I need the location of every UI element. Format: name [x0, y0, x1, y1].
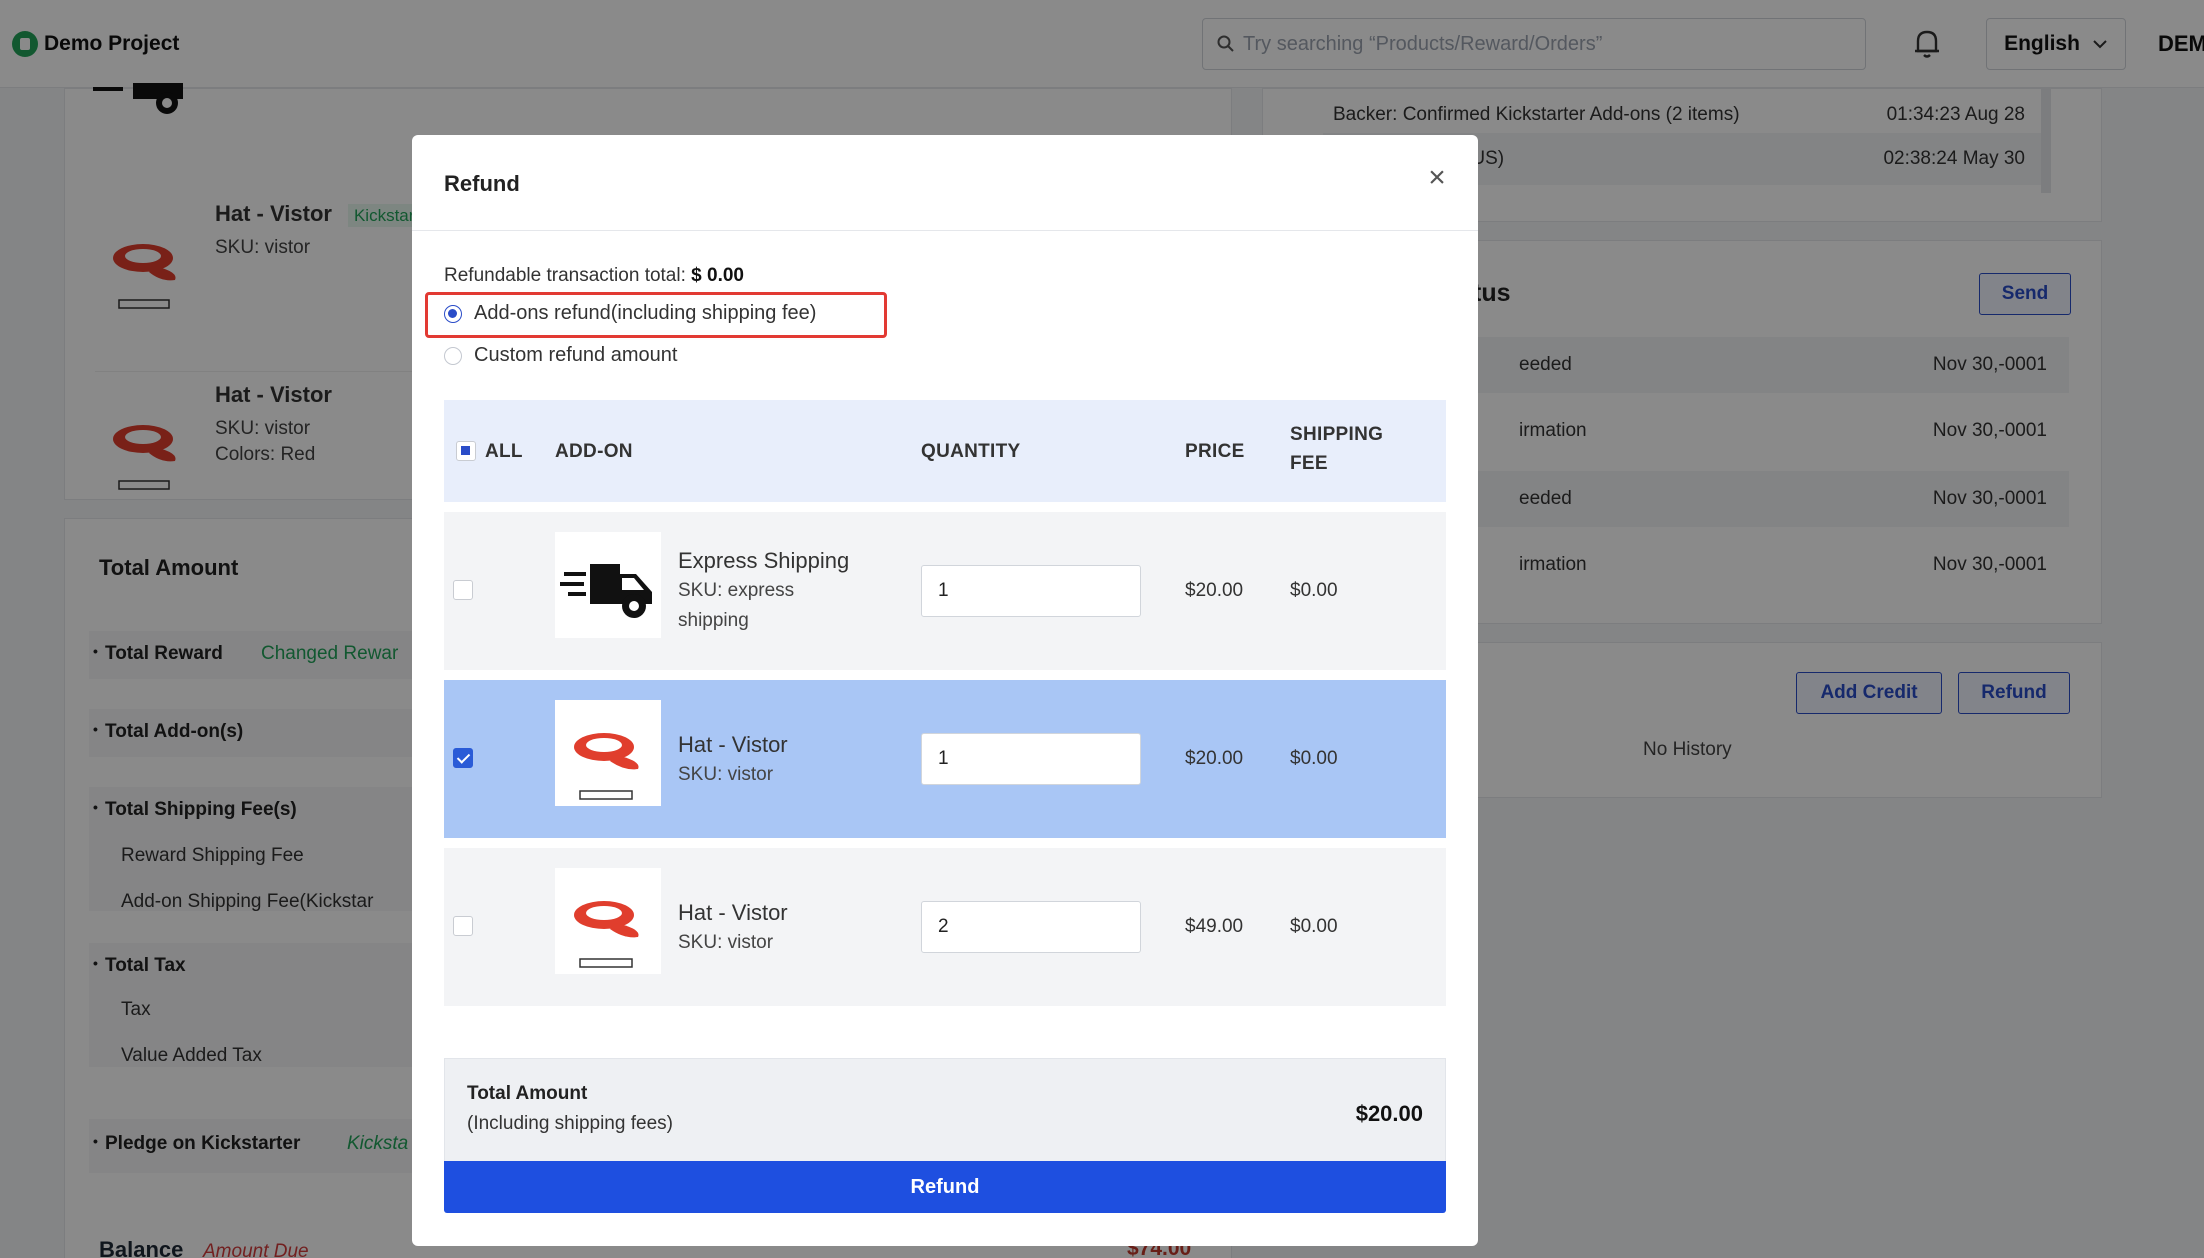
row-checkbox[interactable] [453, 748, 473, 768]
table-row[interactable]: Hat - Vistor SKU: vistor $20.00 $0.00 [444, 680, 1446, 838]
refund-modal: Refund × Refundable transaction total: $… [412, 135, 1478, 1246]
refundable-label: Refundable transaction total: [444, 265, 686, 286]
addon-sku: SKU: vistor [678, 932, 774, 953]
table-row[interactable]: Express Shipping SKU: express shipping $… [444, 512, 1446, 670]
header-addon: ADD-ON [555, 441, 633, 462]
hat-visor-icon [555, 700, 661, 806]
addons-table-header: ALL ADD-ON QUANTITY PRICE SHIPPING FEE [444, 400, 1446, 502]
custom-refund-option[interactable]: Custom refund amount [444, 344, 677, 367]
modal-title: Refund [444, 171, 520, 196]
table-row[interactable]: Hat - Vistor SKU: vistor $49.00 $0.00 [444, 848, 1446, 1006]
row-checkbox[interactable] [453, 916, 473, 936]
quantity-input[interactable] [921, 733, 1141, 785]
addon-sku: SKU: vistor [678, 764, 774, 785]
refund-button[interactable]: Refund [444, 1161, 1446, 1213]
quantity-input[interactable] [921, 901, 1141, 953]
total-amount-sub: (Including shipping fees) [467, 1113, 673, 1134]
addon-price: $20.00 [1185, 580, 1244, 601]
addon-name: Hat - Vistor [678, 732, 788, 757]
radio-unselected[interactable] [444, 346, 462, 365]
addon-name: Hat - Vistor [678, 900, 788, 925]
header-quantity: QUANTITY [921, 441, 1021, 462]
hat-visor-icon [555, 868, 661, 974]
header-price: PRICE [1185, 441, 1245, 462]
total-amount-value: $20.00 [1355, 1101, 1423, 1126]
addon-price: $20.00 [1185, 748, 1244, 769]
addon-shipping-fee: $0.00 [1290, 916, 1338, 937]
modal-header: Refund × [412, 135, 1478, 231]
highlight-box [425, 292, 887, 338]
refundable-total: Refundable transaction total: $ 0.00 [444, 265, 744, 287]
addon-shipping-fee: $0.00 [1290, 748, 1338, 769]
total-amount-box: Total Amount (Including shipping fees) $… [444, 1058, 1446, 1170]
truck-icon [555, 532, 661, 638]
addon-sku: SKU: express shipping [678, 580, 795, 631]
refundable-value: $ 0.00 [691, 265, 744, 286]
row-checkbox[interactable] [453, 580, 473, 600]
close-icon[interactable]: × [1420, 161, 1454, 195]
select-all-checkbox[interactable] [456, 441, 476, 461]
quantity-input[interactable] [921, 565, 1141, 617]
custom-refund-label: Custom refund amount [474, 344, 678, 366]
addon-price: $49.00 [1185, 916, 1244, 937]
addon-name: Express Shipping [678, 548, 850, 573]
total-amount-label: Total Amount [467, 1083, 588, 1104]
header-shipping-line1: SHIPPING [1290, 424, 1384, 445]
header-shipping-line2: FEE [1290, 453, 1328, 474]
header-shipping-fee: SHIPPING FEE [1290, 424, 1383, 482]
header-all: ALL [485, 441, 523, 462]
addon-shipping-fee: $0.00 [1290, 580, 1338, 601]
